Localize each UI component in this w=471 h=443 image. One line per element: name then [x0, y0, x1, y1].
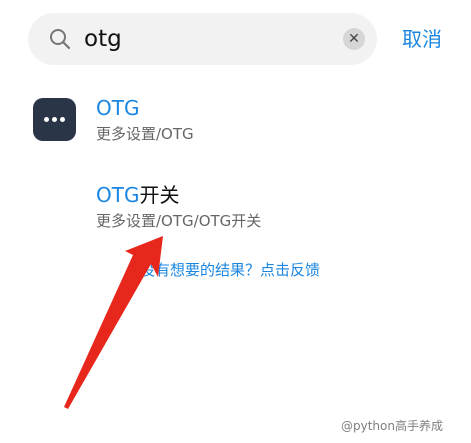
- watermark: @python高手养成: [341, 419, 443, 433]
- cancel-button[interactable]: 取消: [402, 24, 442, 54]
- result-title-highlight: OTG: [96, 183, 140, 207]
- clear-icon[interactable]: ✕: [343, 28, 365, 50]
- result-title-highlight: OTG: [96, 96, 140, 120]
- result-title: OTG: [96, 95, 139, 121]
- result-path: 更多设置/OTG: [96, 125, 194, 143]
- search-bar[interactable]: otg ✕: [28, 13, 377, 65]
- feedback-link[interactable]: 没有想要的结果？点击反馈: [140, 259, 320, 281]
- result-title: OTG开关: [96, 182, 179, 208]
- more-dots-icon: [33, 98, 76, 141]
- result-title-rest: 开关: [139, 183, 180, 207]
- search-result-otg[interactable]: OTG 更多设置/OTG: [0, 88, 471, 160]
- search-result-otg-switch[interactable]: OTG开关 更多设置/OTG/OTG开关: [0, 173, 471, 245]
- search-icon: [48, 27, 72, 51]
- result-path: 更多设置/OTG/OTG开关: [96, 212, 262, 230]
- search-input[interactable]: otg: [84, 24, 122, 54]
